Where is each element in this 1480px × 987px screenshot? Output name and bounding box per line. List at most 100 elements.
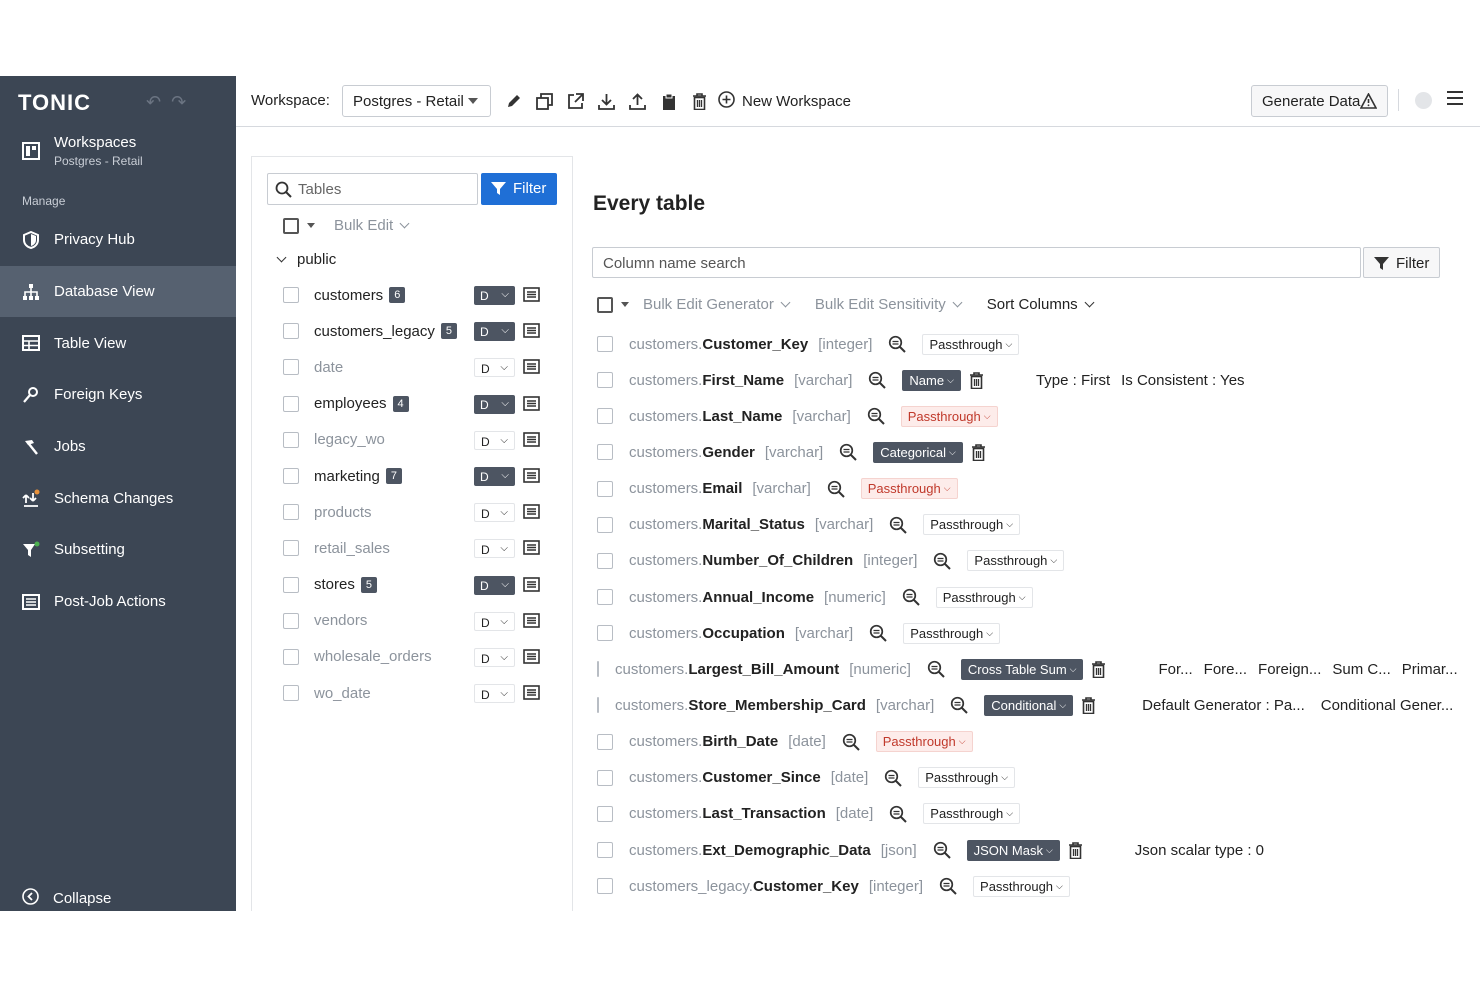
preview-data-icon[interactable] <box>902 588 920 606</box>
generator-select[interactable]: Categorical ⌵ <box>873 441 963 463</box>
table-checkbox[interactable] <box>283 576 299 593</box>
table-name[interactable]: products <box>314 504 372 521</box>
table-view-icon[interactable] <box>523 323 540 342</box>
table-mode-select[interactable]: D ⌵ <box>474 466 515 486</box>
table-view-icon[interactable] <box>523 612 540 632</box>
preview-data-icon[interactable] <box>868 371 887 389</box>
preview-data-icon[interactable] <box>889 805 907 823</box>
column-checkbox[interactable] <box>597 589 613 606</box>
generator-select[interactable]: Passthrough ⌵ <box>918 767 1016 789</box>
generator-option[interactable]: Sum C... <box>1332 661 1390 678</box>
preview-data-icon[interactable] <box>888 335 907 353</box>
preview-data-icon[interactable] <box>869 624 887 642</box>
generator-option[interactable]: Fore... <box>1204 661 1247 678</box>
generator-select[interactable]: JSON Mask ⌵ <box>966 839 1060 861</box>
column-search-input[interactable]: Column name search <box>592 247 1361 278</box>
table-view-icon[interactable] <box>523 468 540 487</box>
table-view-icon[interactable] <box>523 540 540 559</box>
generator-select[interactable]: Conditional ⌵ <box>984 694 1074 716</box>
workspace-select[interactable]: Postgres - Retail <box>342 85 491 117</box>
table-mode-select[interactable]: D ⌵ <box>474 286 515 305</box>
open-external-icon[interactable] <box>560 90 591 112</box>
column-checkbox[interactable] <box>597 444 613 461</box>
column-checkbox[interactable] <box>597 516 613 533</box>
select-menu-caret-icon[interactable] <box>621 302 629 307</box>
generator-option[interactable]: Foreign... <box>1258 661 1321 678</box>
table-name[interactable]: legacy_wo <box>314 431 385 448</box>
undo-icon[interactable]: ↶ <box>146 92 161 112</box>
select-all-columns-checkbox[interactable] <box>597 296 613 313</box>
edit-icon[interactable] <box>498 90 529 112</box>
preview-data-icon[interactable] <box>867 407 885 426</box>
table-view-icon[interactable] <box>523 395 540 415</box>
table-row[interactable]: vendors D ⌵ <box>283 603 573 639</box>
table-row[interactable]: legacy_wo D ⌵ <box>283 422 573 458</box>
table-mode-select[interactable]: D ⌵ <box>474 503 515 523</box>
table-name[interactable]: wholesale_orders <box>314 648 432 665</box>
sidebar-item-schema-changes[interactable]: Schema Changes <box>0 472 236 524</box>
table-row[interactable]: customers 6 D ⌵ <box>283 277 573 313</box>
sidebar-item-subsetting[interactable]: Subsetting <box>0 524 236 576</box>
clipboard-icon[interactable] <box>653 90 684 112</box>
table-mode-select[interactable]: D ⌵ <box>474 394 515 414</box>
bulk-edit-generator[interactable]: Bulk Edit Generator <box>643 296 774 313</box>
remove-generator-icon[interactable] <box>1068 841 1083 859</box>
sidebar-item-jobs[interactable]: Jobs <box>0 421 236 473</box>
table-view-icon[interactable] <box>523 359 540 378</box>
table-name[interactable]: customers_legacy <box>314 323 435 340</box>
preview-data-icon[interactable] <box>884 769 902 787</box>
preview-data-icon[interactable] <box>950 696 968 715</box>
table-mode-select[interactable]: D ⌵ <box>474 430 515 450</box>
table-name[interactable]: retail_sales <box>314 540 390 557</box>
generator-select[interactable]: Passthrough ⌵ <box>900 405 998 427</box>
table-row[interactable]: marketing 7 D ⌵ <box>283 458 573 494</box>
generator-select[interactable]: Passthrough ⌵ <box>860 478 958 500</box>
upload-icon[interactable] <box>622 90 653 112</box>
table-view-icon[interactable] <box>523 504 540 523</box>
collapse-button[interactable]: Collapse <box>22 888 111 909</box>
table-checkbox[interactable] <box>283 359 299 376</box>
table-checkbox[interactable] <box>283 431 299 448</box>
table-view-icon[interactable] <box>523 685 540 704</box>
tables-bulk-edit[interactable]: Bulk Edit <box>334 217 393 234</box>
sidebar-item-foreign-keys[interactable]: Foreign Keys <box>0 369 236 421</box>
generator-option[interactable]: Is Consistent : Yes <box>1121 372 1244 389</box>
table-row[interactable]: wo_date D ⌵ <box>283 675 573 711</box>
generator-option[interactable]: Default Generator : Pa... <box>1142 697 1305 714</box>
generator-option[interactable]: Json scalar type : 0 <box>1135 842 1264 859</box>
table-mode-select[interactable]: D ⌵ <box>474 358 515 378</box>
generator-select[interactable]: Passthrough ⌵ <box>903 622 1001 644</box>
generator-select[interactable]: Passthrough ⌵ <box>973 875 1070 897</box>
table-row[interactable]: stores 5 D ⌵ <box>283 567 573 603</box>
column-checkbox[interactable] <box>597 372 613 389</box>
table-name[interactable]: date <box>314 359 343 376</box>
preview-data-icon[interactable] <box>827 480 845 498</box>
sort-columns[interactable]: Sort Columns <box>987 296 1078 313</box>
table-mode-select[interactable]: D ⌵ <box>474 684 515 704</box>
table-mode-select[interactable]: D ⌵ <box>474 539 515 559</box>
download-icon[interactable] <box>591 90 622 112</box>
column-checkbox[interactable] <box>597 625 613 642</box>
bulk-edit-sensitivity[interactable]: Bulk Edit Sensitivity <box>815 296 946 313</box>
table-view-icon[interactable] <box>523 431 540 451</box>
generator-select[interactable]: Passthrough ⌵ <box>875 731 973 753</box>
table-row[interactable]: products D ⌵ <box>283 494 573 530</box>
table-checkbox[interactable] <box>283 685 299 702</box>
preview-data-icon[interactable] <box>939 877 957 895</box>
sidebar-item-table-view[interactable]: Table View <box>0 317 236 369</box>
generator-select[interactable]: Passthrough ⌵ <box>935 586 1033 608</box>
generator-option[interactable]: Primar... <box>1402 661 1458 678</box>
schema-public[interactable]: public <box>276 251 336 268</box>
preview-data-icon[interactable] <box>839 443 857 462</box>
table-mode-select[interactable]: D ⌵ <box>474 575 515 595</box>
generator-select[interactable]: Name ⌵ <box>902 369 961 391</box>
column-checkbox[interactable] <box>597 480 613 497</box>
generator-select[interactable]: Passthrough ⌵ <box>923 803 1021 825</box>
redo-icon[interactable]: ↷ <box>171 92 186 112</box>
remove-generator-icon[interactable] <box>971 444 986 461</box>
table-row[interactable]: date D ⌵ <box>283 349 573 385</box>
select-menu-caret-icon[interactable] <box>307 223 315 228</box>
column-checkbox[interactable] <box>597 336 613 353</box>
table-row[interactable]: customers_legacy 5 D ⌵ <box>283 313 573 349</box>
hamburger-menu-icon[interactable] <box>1446 90 1464 111</box>
